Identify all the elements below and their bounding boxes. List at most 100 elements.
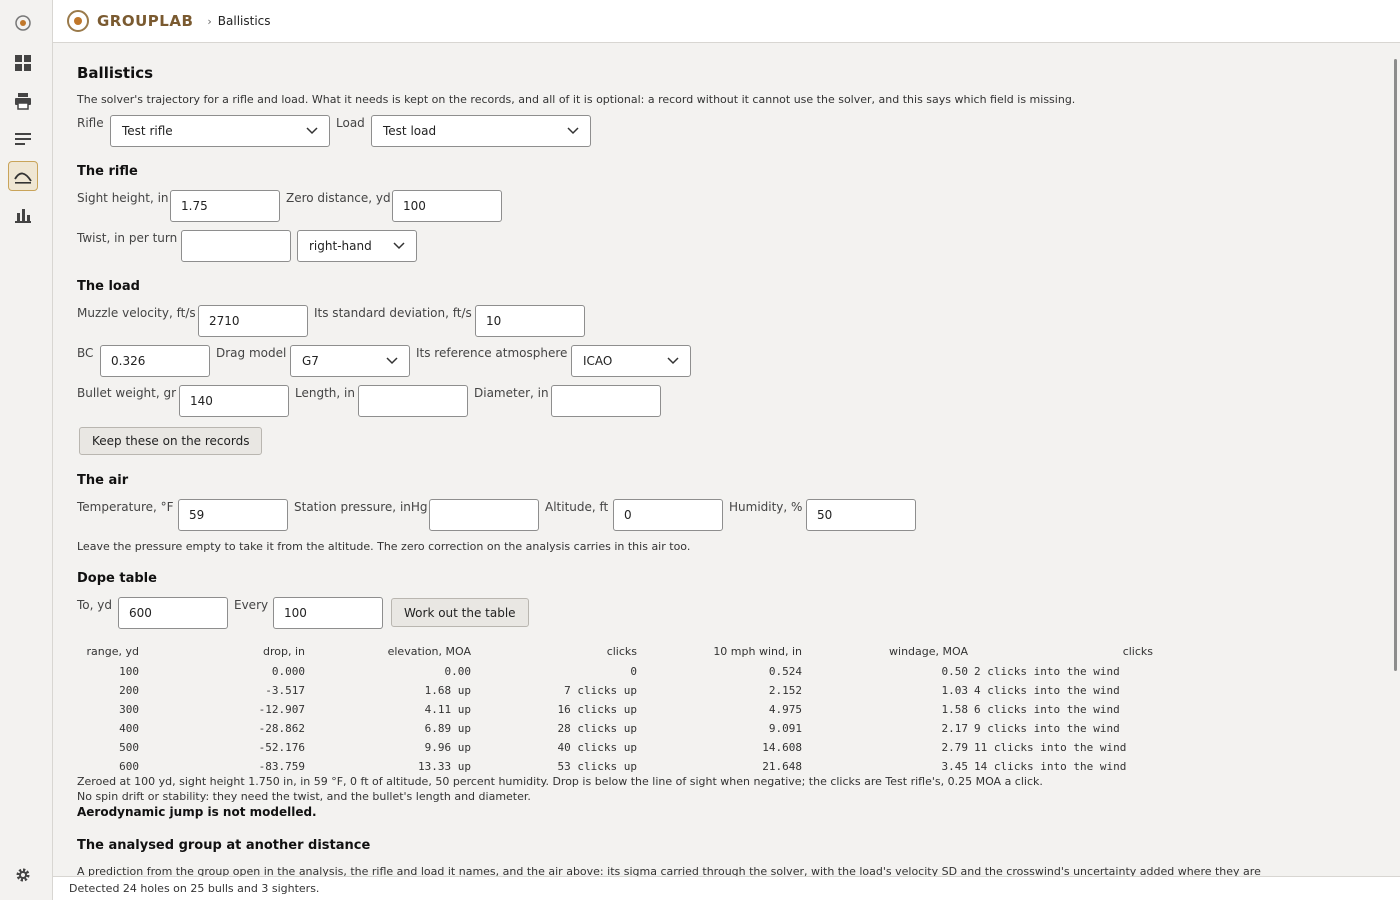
table-cell: -3.517: [265, 684, 305, 697]
ballistics-icon[interactable]: [8, 161, 38, 191]
dope-table: range, yd drop, in elevation, MOA clicks…: [53, 641, 1153, 776]
table-row: 300 -12.907 4.11 up 16 clicks up 4.975 1…: [53, 700, 1153, 719]
table-cell: 7 clicks up: [564, 684, 637, 697]
table-cell: 53 clicks up: [557, 760, 637, 773]
table-cell: 0.524: [768, 665, 802, 678]
table-cell: 6 clicks into the wind: [974, 703, 1120, 716]
bullet-weight-input[interactable]: [179, 385, 289, 417]
table-cell: 0.50: [941, 665, 969, 678]
table-cell: 0.00: [444, 665, 472, 678]
table-cell: 0: [630, 665, 637, 678]
column-header: range, yd: [86, 645, 139, 658]
list-icon[interactable]: [8, 124, 38, 154]
scrollbar-thumb[interactable]: [1394, 59, 1397, 671]
table-cell: 40 clicks up: [557, 741, 637, 754]
table-cell: 600: [119, 760, 139, 773]
chevron-down-icon: [667, 357, 679, 365]
table-cell: 2.17: [941, 722, 969, 735]
temperature-label: Temperature, °F: [77, 500, 174, 514]
air-note: Leave the pressure empty to take it from…: [77, 540, 691, 553]
muzzle-velocity-input[interactable]: [198, 305, 308, 337]
station-pressure-label: Station pressure, inHg: [294, 500, 428, 514]
brand-logo-icon: [67, 10, 89, 32]
bullet-length-input[interactable]: [358, 385, 468, 417]
humidity-label: Humidity, %: [729, 500, 803, 514]
altitude-input[interactable]: [613, 499, 723, 531]
drag-model-value: G7: [302, 354, 319, 368]
table-cell: 200: [119, 684, 139, 697]
drag-model-select[interactable]: G7: [290, 345, 410, 377]
velocity-sd-label: Its standard deviation, ft/s: [314, 306, 472, 320]
drag-model-label: Drag model: [216, 346, 287, 360]
to-yd-input[interactable]: [118, 597, 228, 629]
reference-atmosphere-value: ICAO: [583, 354, 613, 368]
station-pressure-input[interactable]: [429, 499, 539, 531]
table-cell: 2 clicks into the wind: [974, 665, 1120, 678]
humidity-input[interactable]: [806, 499, 916, 531]
work-out-table-button[interactable]: Work out the table: [391, 598, 529, 627]
logo-icon[interactable]: [8, 8, 38, 38]
chart-icon[interactable]: [8, 200, 38, 230]
zero-distance-input[interactable]: [392, 190, 502, 222]
table-cell: 13.33 up: [418, 760, 471, 773]
load-heading: The load: [77, 279, 140, 294]
table-cell: 500: [119, 741, 139, 754]
chevron-down-icon: [393, 242, 405, 250]
status-text: Detected 24 holes on 25 bulls and 3 sigh…: [69, 882, 320, 895]
breadcrumb: Ballistics: [217, 14, 271, 28]
table-row: 400 -28.862 6.89 up 28 clicks up 9.091 2…: [53, 719, 1153, 738]
table-cell: 0.000: [271, 665, 305, 678]
print-icon[interactable]: [8, 86, 38, 116]
table-row: 200 -3.517 1.68 up 7 clicks up 2.152 1.0…: [53, 681, 1153, 700]
reference-atmosphere-select[interactable]: ICAO: [571, 345, 691, 377]
chevron-down-icon: [567, 127, 579, 135]
table-cell: 28 clicks up: [557, 722, 637, 735]
bullet-weight-label: Bullet weight, gr: [77, 386, 177, 400]
table-cell: 9.96 up: [424, 741, 471, 754]
bc-label: BC: [77, 346, 94, 360]
temperature-input[interactable]: [178, 499, 288, 531]
table-cell: 400: [119, 722, 139, 735]
every-input[interactable]: [273, 597, 383, 629]
table-cell: -28.862: [258, 722, 305, 735]
sight-height-input[interactable]: [170, 190, 280, 222]
column-header: drop, in: [263, 645, 305, 658]
group-text: A prediction from the group open in the …: [77, 865, 1261, 876]
air-heading: The air: [77, 473, 129, 488]
velocity-sd-input[interactable]: [475, 305, 585, 337]
table-cell: 1.03: [941, 684, 969, 697]
bullet-diameter-input[interactable]: [551, 385, 661, 417]
table-cell: -12.907: [258, 703, 305, 716]
table-cell: 2.152: [768, 684, 802, 697]
rifle-select[interactable]: Test rifle: [110, 115, 330, 147]
table-cell: -83.759: [258, 760, 305, 773]
twist-direction-value: right-hand: [309, 239, 372, 253]
vertical-scrollbar[interactable]: [1392, 43, 1400, 876]
intro-text: The solver's trajectory for a rifle and …: [77, 93, 1076, 106]
brand-name[interactable]: GROUPLAB: [97, 12, 193, 30]
table-cell: 9 clicks into the wind: [974, 722, 1120, 735]
keep-on-records-button[interactable]: Keep these on the records: [79, 427, 263, 455]
table-cell: 1.58: [941, 703, 969, 716]
dope-table-header: range, yd drop, in elevation, MOA clicks…: [53, 641, 1153, 662]
table-row: 100 0.000 0.00 0 0.524 0.50 2 clicks int…: [53, 662, 1153, 681]
load-select[interactable]: Test load: [371, 115, 591, 147]
dashboard-icon[interactable]: [8, 48, 38, 78]
gear-icon[interactable]: [8, 860, 38, 890]
bullet-length-label: Length, in: [295, 386, 355, 400]
table-cell: 21.648: [762, 760, 802, 773]
twist-direction-select[interactable]: right-hand: [297, 230, 417, 262]
altitude-label: Altitude, ft: [545, 500, 609, 514]
dope-note-jump: Aerodynamic jump is not modelled.: [77, 805, 317, 819]
column-header: clicks: [1122, 645, 1153, 658]
muzzle-velocity-label: Muzzle velocity, ft/s: [77, 306, 196, 320]
reference-atmosphere-label: Its reference atmosphere: [416, 346, 568, 360]
table-cell: 6.89 up: [424, 722, 471, 735]
breadcrumb-separator: ›: [207, 14, 212, 28]
twist-input[interactable]: [181, 230, 291, 262]
column-header: elevation, MOA: [387, 645, 471, 658]
to-yd-label: To, yd: [77, 598, 112, 612]
bc-input[interactable]: [100, 345, 210, 377]
table-row: 500 -52.176 9.96 up 40 clicks up 14.608 …: [53, 738, 1153, 757]
chevron-down-icon: [386, 357, 398, 365]
